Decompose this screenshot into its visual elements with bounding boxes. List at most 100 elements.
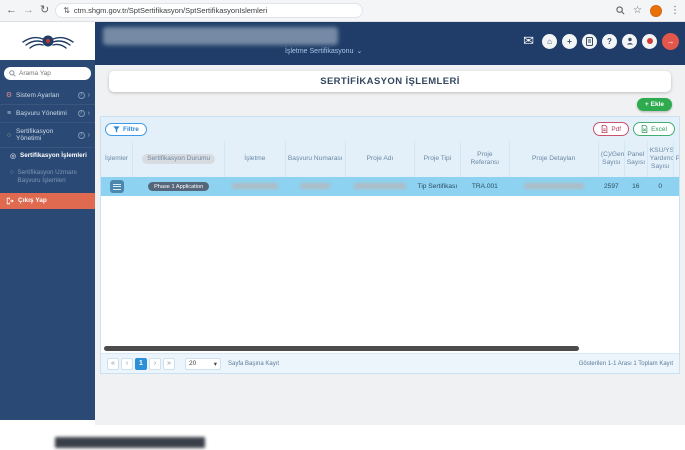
- cell-proje-adi: [345, 177, 415, 196]
- sidebar-subitem-sertifikasyon-islemleri[interactable]: ◎ Sertifikasyon İşlemleri: [0, 148, 95, 165]
- sidebar-item-basvuru-yonetimi[interactable]: ≡ Başvuru Yönetimi i ›: [0, 105, 95, 123]
- chevron-right-icon: ›: [87, 110, 90, 117]
- forward-icon[interactable]: →: [23, 5, 34, 16]
- filter-button-label: Filtre: [123, 125, 139, 133]
- logout-button-header[interactable]: →: [662, 32, 679, 50]
- pagination-next-button[interactable]: ›: [149, 357, 161, 370]
- redacted-value: [353, 182, 406, 189]
- search-input[interactable]: [19, 70, 79, 77]
- horizontal-scroll-zone: [101, 344, 679, 353]
- table-row[interactable]: Phase 1 Application Tip Sertifikası TRA.…: [101, 177, 679, 196]
- shgm-logo: [0, 22, 95, 60]
- records-table: İşlemler Sertifikasyon Durumu İşletme Ba…: [101, 141, 679, 196]
- cell-proje-referansi: TRA.001: [460, 177, 510, 196]
- pagination-first-button[interactable]: «: [107, 357, 119, 370]
- address-bar[interactable]: ⇅ ctm.shgm.gov.tr/SptSertifikasyon/SptSe…: [55, 3, 364, 18]
- col-header-proje-tipi[interactable]: Proje Tipi: [413, 141, 461, 177]
- col-header-c-gene-sayisi[interactable]: (C)/Gene.. Sayısı: [597, 141, 625, 177]
- col-header-ps[interactable]: PS: [672, 141, 679, 177]
- mail-icon[interactable]: ✉: [523, 33, 534, 49]
- table-header-row: İşlemler Sertifikasyon Durumu İşletme Ba…: [101, 141, 679, 177]
- exit-icon: [6, 197, 14, 204]
- add-button[interactable]: + Ekle: [636, 98, 672, 111]
- logout-label: Çıkış Yap: [18, 197, 47, 204]
- col-header-sertifikasyon-durumu[interactable]: Sertifikasyon Durumu: [132, 141, 225, 177]
- pdf-icon: [602, 125, 608, 133]
- pagination-last-button[interactable]: »: [163, 357, 175, 370]
- bookmark-star-icon[interactable]: ☆: [633, 5, 642, 16]
- sidebar-item-label: Sertifikasyon Yönetimi: [16, 128, 54, 142]
- caret-down-icon: ▾: [213, 360, 217, 368]
- help-button[interactable]: ?: [602, 33, 617, 49]
- col-header-ksu-ysu-sayisi[interactable]: KSU/YSU Yardımcı Sayısı: [646, 141, 674, 177]
- site-info-icon[interactable]: ⇅: [63, 6, 70, 15]
- col-header-proje-referansi[interactable]: Proje Referansı: [459, 141, 510, 177]
- gear-icon: ⚙: [5, 92, 13, 99]
- filter-icon: [113, 125, 120, 133]
- sidebar-subitem-label: Sertifikasyon Uzmanı Başvuru İşlemleri: [17, 168, 77, 185]
- pagination-page-1[interactable]: 1: [135, 357, 147, 370]
- col-header-proje-detaylari[interactable]: Proje Detayları: [508, 141, 599, 177]
- page-size-label: Sayfa Başına Kayıt: [228, 360, 280, 367]
- sidebar: ⚙ Sistem Ayarları i › ≡ Başvuru Yönetimi…: [0, 60, 95, 420]
- redacted-value: [523, 182, 584, 189]
- info-icon: i: [77, 91, 85, 99]
- pdf-export-button[interactable]: Pdf: [593, 122, 630, 136]
- pdf-button-label: Pdf: [611, 125, 622, 133]
- reload-icon[interactable]: ↻: [40, 5, 49, 16]
- redacted-value: [231, 182, 278, 189]
- report-icon: [586, 36, 593, 46]
- back-icon[interactable]: ←: [6, 5, 17, 16]
- row-actions-button[interactable]: [109, 180, 124, 194]
- cell-status: Phase 1 Application: [132, 177, 225, 196]
- col-header-basvuru-numarasi[interactable]: Başvuru Numarası: [284, 141, 346, 177]
- sorted-column-pill: Sertifikasyon Durumu: [142, 154, 216, 164]
- page-title: SERTİFİKASYON İŞLEMLERİ: [109, 71, 671, 92]
- logout-button[interactable]: Çıkış Yap: [0, 192, 95, 209]
- user-button[interactable]: [622, 33, 637, 49]
- cell-actions: [101, 177, 133, 196]
- filter-button[interactable]: Filtre: [105, 122, 147, 136]
- sidebar-subitem-label: Sertifikasyon İşlemleri: [20, 152, 87, 159]
- cell-ps: [673, 177, 679, 196]
- pagination-prev-button[interactable]: ‹: [121, 357, 133, 370]
- list-icon: ≡: [6, 110, 12, 117]
- horizontal-scrollbar[interactable]: [104, 346, 579, 351]
- url-text: ctm.shgm.gov.tr/SptSertifikasyon/SptSert…: [73, 6, 268, 15]
- cell-c-gene-sayisi: 2597: [598, 177, 625, 196]
- module-dropdown[interactable]: İşletme Sertifikasyonu ⌄: [285, 47, 362, 56]
- sidebar-search[interactable]: [4, 67, 91, 80]
- browser-profile-avatar[interactable]: [650, 4, 662, 17]
- cell-ksu-ysu-sayisi: 0: [647, 177, 674, 196]
- sidebar-item-sertifikasyon-yonetimi[interactable]: ○ Sertifikasyon Yönetimi i ›: [0, 123, 95, 148]
- col-header-proje-adi[interactable]: Proje Adı: [344, 141, 415, 177]
- col-header-panel-sayisi[interactable]: Panel Sayısı: [623, 141, 648, 177]
- sidebar-item-label: Başvuru Yönetimi: [16, 110, 67, 117]
- module-dropdown-label: İşletme Sertifikasyonu: [285, 47, 354, 55]
- pagination-bar: « ‹ 1 › » 20 ▾ Sayfa Başına Kayıt Göster…: [101, 353, 679, 373]
- report-button[interactable]: [582, 33, 597, 49]
- circle-icon: ○: [6, 131, 12, 139]
- record-button[interactable]: [642, 33, 657, 49]
- main-content: SERTİFİKASYON İŞLEMLERİ + Ekle Filtre Pd…: [95, 60, 685, 425]
- cell-proje-tipi: Tip Sertifikası: [414, 177, 461, 196]
- sidebar-item-sistem-ayarlari[interactable]: ⚙ Sistem Ayarları i ›: [0, 86, 95, 105]
- browser-search-icon[interactable]: [616, 6, 625, 15]
- info-icon: i: [77, 110, 85, 117]
- col-header-islemler[interactable]: İşlemler: [101, 141, 133, 177]
- col-header-isletme[interactable]: İşletme: [224, 141, 286, 177]
- redacted-user-info: [103, 27, 338, 45]
- user-icon: [626, 37, 633, 45]
- page-size-select[interactable]: 20 ▾: [185, 357, 221, 370]
- add-button-header[interactable]: +: [562, 33, 577, 49]
- table-empty-area: [101, 196, 679, 344]
- redacted-value: [300, 182, 331, 189]
- home-button[interactable]: ⌂: [542, 33, 557, 49]
- status-badge: Phase 1 Application: [148, 182, 210, 191]
- excel-export-button[interactable]: Excel: [633, 122, 675, 136]
- sidebar-subitem-uzman-basvuru[interactable]: ○ Sertifikasyon Uzmanı Başvuru İşlemleri: [0, 165, 95, 190]
- excel-button-label: Excel: [651, 125, 667, 133]
- circle-icon: ○: [9, 168, 14, 176]
- browser-menu-icon[interactable]: ⋮: [670, 5, 680, 16]
- plus-icon: +: [644, 101, 649, 108]
